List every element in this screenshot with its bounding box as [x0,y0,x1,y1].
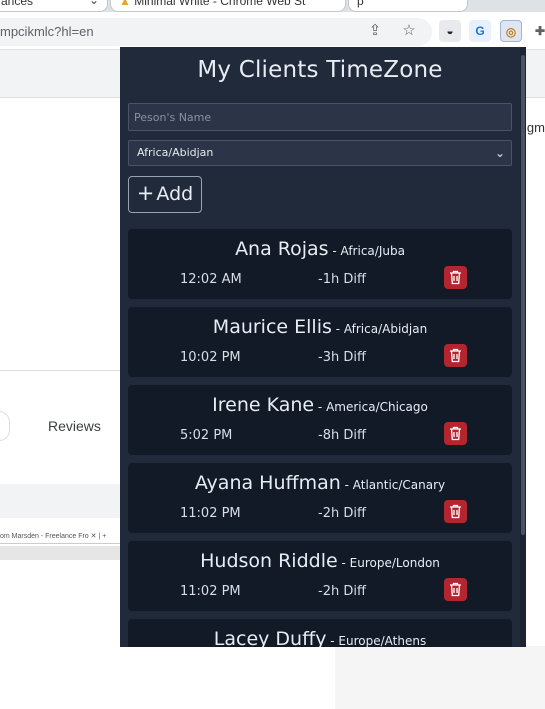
chrome-web-store-icon: ▲ [119,0,131,8]
client-name: Irene Kane [212,394,315,416]
browser-toolbar: mpcikmlc?hl=en ⇪ ☆ ◒ G ◎ ✚ [0,12,545,50]
add-client-button[interactable]: + Add [128,176,202,213]
client-heading: Ayana Huffman - Atlantic/Canary [194,472,446,494]
client-local-time: 10:02 PM [180,350,241,365]
browser-tabstrip: ances ⌄ ▲ Minimal White - Chrome Web St … [0,0,545,12]
delete-client-button[interactable] [444,500,467,523]
browser-tab-active[interactable]: ▲ Minimal White - Chrome Web St [110,0,346,12]
chevron-down-icon: ⌄ [494,146,505,160]
popup-scrollbar[interactable] [520,47,526,647]
client-timezone: Atlantic/Canary [352,478,446,492]
share-icon[interactable]: ⇪ [366,22,384,40]
client-local-time: 5:02 PM [180,428,233,443]
timezone-popup: My Clients TimeZone Africa/Abidjan ⌄ +Ad… [120,47,526,647]
browser-tab[interactable]: ances ⌄ [0,0,108,12]
client-local-time: 11:02 PM [180,584,241,599]
client-time-diff: -3h Diff [318,350,366,365]
client-name: Maurice Ellis [212,316,332,338]
tab-reviews[interactable]: Reviews [48,418,101,434]
browser-tab[interactable]: p [348,0,468,12]
client-heading: Ana Rojas - Africa/Juba [235,238,405,260]
client-local-time: 11:02 PM [180,506,241,521]
popup-title: My Clients TimeZone [197,57,443,83]
trash-icon [450,270,461,285]
client-name: Hudson Riddle [200,550,338,572]
address-bar[interactable]: mpcikmlc?hl=en ⇪ ☆ [0,18,432,46]
client-list: Ana Rojas - Africa/Juba 12:02 AM -1h Dif… [128,229,512,647]
screenshot-preview-tab: om Marsden - Freelance Fro ✕ | + [0,528,120,544]
client-time-diff: -1h Diff [318,272,366,287]
client-timezone: Europe/Athens [338,634,427,647]
client-card: Maurice Ellis - Africa/Abidjan 10:02 PM … [128,307,512,377]
trash-icon [450,348,461,363]
page-partial-text: igma [524,120,545,135]
translate-icon[interactable]: G [469,20,491,42]
add-button-label: Add [156,183,194,205]
page-gray-panel [335,646,545,709]
client-timezone: America/Chicago [326,400,428,414]
client-name: Ayana Huffman [194,472,341,494]
client-heading: Irene Kane - America/Chicago [212,394,428,416]
client-time-diff: -2h Diff [318,506,366,521]
extensions-puzzle-icon[interactable]: ✚ [529,20,545,42]
url-text[interactable]: mpcikmlc?hl=en [0,24,94,39]
preview-close-icon: ✕ | + [90,533,107,540]
preview-tab-text: om Marsden - Freelance Fro [0,533,89,540]
delete-client-button[interactable] [444,266,467,289]
person-name-input[interactable] [128,103,512,131]
timezone-select-value: Africa/Abidjan [137,146,214,159]
scrollbar-thumb[interactable] [521,55,525,535]
client-heading: Maurice Ellis - Africa/Abidjan [212,316,428,338]
client-local-time: 12:02 AM [180,272,242,287]
client-timezone: Africa/Abidjan [343,322,428,336]
client-card: Ana Rojas - Africa/Juba 12:02 AM -1h Dif… [128,229,512,299]
timezone-select[interactable]: Africa/Abidjan ⌄ [128,140,512,166]
client-heading: Hudson Riddle - Europe/London [200,550,440,572]
plus-icon: + [136,181,155,205]
tab-title: Minimal White - Chrome Web St [134,0,306,8]
screenshot-preview-band [0,484,120,518]
timezone-extension-icon[interactable]: ◎ [500,20,522,42]
trash-icon [450,426,461,441]
delete-client-button[interactable] [444,422,467,445]
delete-client-button[interactable] [444,578,467,601]
client-timezone: Europe/London [349,556,440,570]
trash-icon [450,504,461,519]
client-name: Ana Rojas [235,238,329,260]
tab-title: ances [1,0,34,8]
trash-icon [450,582,461,597]
tab-close-icon[interactable]: ⌄ [89,0,99,7]
client-card: Hudson Riddle - Europe/London 11:02 PM -… [128,541,512,611]
incognito-icon[interactable]: ◒ [439,20,461,42]
client-card: Ayana Huffman - Atlantic/Canary 11:02 PM… [128,463,512,533]
tab-title: p [357,0,364,8]
page-divider [0,370,120,371]
client-name: Lacey Duffy [213,628,327,647]
star-icon[interactable]: ☆ [400,22,418,40]
client-heading: Lacey Duffy - Europe/Athens [128,628,512,647]
screenshot-preview-strip [0,546,120,560]
client-time-diff: -2h Diff [318,584,366,599]
client-timezone: Africa/Juba [340,244,405,258]
client-card: Lacey Duffy - Europe/Athens [128,619,512,647]
client-card: Irene Kane - America/Chicago 5:02 PM -8h… [128,385,512,455]
delete-client-button[interactable] [444,344,467,367]
client-time-diff: -8h Diff [318,428,366,443]
